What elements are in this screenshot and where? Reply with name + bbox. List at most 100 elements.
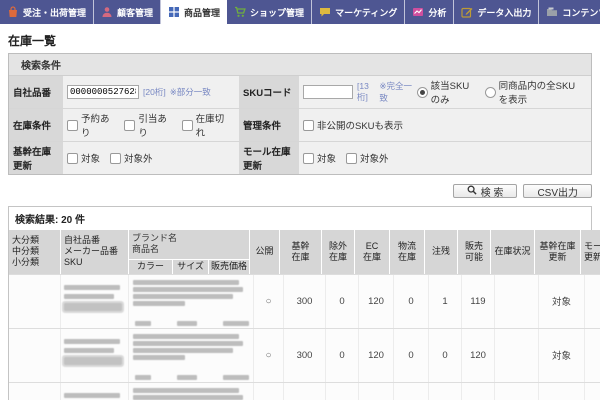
cell-sellable: 120 xyxy=(462,383,495,400)
redacted-size-value xyxy=(177,321,197,326)
page-title: 在庫一覧 xyxy=(0,24,600,53)
nav-tab-label: マーケティング xyxy=(335,6,397,19)
content-icon xyxy=(546,6,558,18)
search-icon xyxy=(467,185,477,198)
redacted-text xyxy=(64,339,120,344)
cell-core-stock-update: 対象 xyxy=(539,329,585,382)
core-stock-update-content: 対象 対象外 xyxy=(63,142,239,174)
search-button[interactable]: 検 索 xyxy=(453,184,518,198)
sku-code-content: [13桁] ※完全一致 該当SKUのみ 同商品内の全SKUを表示 xyxy=(299,76,591,108)
col-header-item-number: 自社品番 メーカー品番 SKU xyxy=(61,230,129,274)
table-row[interactable]: ○ 300 0 120 0 0 120 対象 xyxy=(9,328,600,382)
cell-brand-product-redacted xyxy=(129,383,254,400)
mall-stock-update-label: モール在庫更新 xyxy=(239,142,299,174)
redacted-text xyxy=(133,388,239,393)
checkbox-allocated[interactable]: 引当あり xyxy=(124,111,171,139)
col-header-core-stock: 基幹 在庫 xyxy=(280,230,322,274)
checkbox-icon[interactable] xyxy=(67,120,78,131)
cell-item-number-redacted xyxy=(61,383,129,400)
nav-tab-orders[interactable]: 受注・出荷管理 xyxy=(0,0,94,24)
redacted-text xyxy=(133,341,243,346)
shop-icon xyxy=(234,6,246,18)
cell-backorder: 0 xyxy=(429,329,462,382)
redacted-text xyxy=(64,285,120,290)
table-row[interactable]: ○ 300 0 120 0 1 119 対象 xyxy=(9,274,600,328)
checkbox-icon[interactable] xyxy=(67,153,78,164)
nav-tab-analytics[interactable]: 分析 xyxy=(405,0,454,24)
nav-tab-marketing[interactable]: マーケティング xyxy=(312,0,405,24)
checkbox-show-private-sku-label: 非公開のSKUも表示 xyxy=(317,118,403,132)
col-header-category: 大分類 中分類 小分類 xyxy=(9,230,61,274)
csv-export-button[interactable]: CSV出力 xyxy=(523,184,592,198)
checkbox-core-target[interactable]: 対象 xyxy=(67,151,100,165)
checkbox-core-target-label: 対象 xyxy=(81,151,100,165)
redacted-text xyxy=(133,301,185,306)
radio-all-sku-in-product[interactable]: 同商品内の全SKUを表示 xyxy=(485,78,581,106)
nav-tab-data-io[interactable]: データ入出力 xyxy=(454,0,539,24)
cell-core-stock: 300 xyxy=(284,329,326,382)
nav-tab-shop[interactable]: ショップ管理 xyxy=(227,0,312,24)
checkbox-reserved[interactable]: 予約あり xyxy=(67,111,114,139)
nav-tab-label: 商品管理 xyxy=(184,6,220,19)
cell-stock-status xyxy=(495,275,539,328)
own-item-no-input[interactable] xyxy=(67,85,139,99)
inventory-page: 受注・出荷管理 顧客管理 商品管理 ショップ管理 マーケティング xyxy=(0,0,600,400)
own-item-no-content: [20桁] ※部分一致 xyxy=(63,76,239,108)
checkbox-show-private-sku[interactable]: 非公開のSKUも表示 xyxy=(303,118,403,132)
cell-backorder: 1 xyxy=(429,275,462,328)
own-item-no-label: 自社品番 xyxy=(9,76,63,108)
cell-core-stock-update: 対象 xyxy=(539,275,585,328)
checkbox-mall-target[interactable]: 対象 xyxy=(303,151,336,165)
cell-item-number-redacted xyxy=(61,329,129,382)
checkbox-icon[interactable] xyxy=(303,153,314,164)
nav-tab-products[interactable]: 商品管理 xyxy=(161,0,227,24)
checkbox-allocated-label: 引当あり xyxy=(138,111,171,139)
cell-excluded-stock: 0 xyxy=(326,275,359,328)
redacted-text xyxy=(133,287,243,292)
cell-public: ○ xyxy=(254,329,284,382)
col-header-ec-stock: EC 在庫 xyxy=(355,230,390,274)
nav-tab-customers[interactable]: 顧客管理 xyxy=(94,0,161,24)
checkbox-icon[interactable] xyxy=(346,153,357,164)
mgmt-condition-label: 管理条件 xyxy=(239,109,299,141)
redacted-text xyxy=(64,294,114,299)
table-row[interactable]: ○ 300 0 120 0 0 120 対象 xyxy=(9,382,600,400)
redacted-text xyxy=(133,355,185,360)
checkbox-mall-not-target-label: 対象外 xyxy=(360,151,389,165)
cell-mall-stock-update xyxy=(585,329,600,382)
radio-selected-icon[interactable] xyxy=(417,87,428,98)
checkbox-icon[interactable] xyxy=(303,120,314,131)
cell-sellable: 120 xyxy=(462,329,495,382)
cell-public: ○ xyxy=(254,275,284,328)
checkbox-icon[interactable] xyxy=(124,120,135,131)
col-header-excluded-stock: 除外 在庫 xyxy=(322,230,355,274)
public-circle-mark: ○ xyxy=(265,350,271,361)
checkbox-core-not-target-label: 対象外 xyxy=(124,151,153,165)
nav-tab-content[interactable]: コンテンツ管理 xyxy=(539,0,600,24)
nav-tab-label: 分析 xyxy=(428,6,446,19)
cell-core-stock: 300 xyxy=(284,383,326,400)
checkbox-core-not-target[interactable]: 対象外 xyxy=(110,151,153,165)
redacted-text xyxy=(64,393,120,398)
checkbox-out-of-stock[interactable]: 在庫切れ xyxy=(182,111,229,139)
radio-this-sku-only[interactable]: 該当SKUのみ xyxy=(417,78,475,106)
checkbox-icon[interactable] xyxy=(182,120,193,131)
search-row-item-number: 自社品番 [20桁] ※部分一致 SKUコード [13桁] ※完全一致 該当SK… xyxy=(9,76,591,109)
col-header-brand-label: ブランド名 商品名 xyxy=(129,230,249,259)
col-header-price: 販売価格 xyxy=(209,260,249,274)
col-header-stock-status: 在庫状況 xyxy=(491,230,535,274)
col-header-logistics-stock: 物流 在庫 xyxy=(390,230,425,274)
checkbox-icon[interactable] xyxy=(110,153,121,164)
mall-stock-update-content: 対象 対象外 xyxy=(299,142,591,174)
orders-icon xyxy=(7,6,19,18)
sku-code-digits: [13桁] xyxy=(357,81,375,103)
cell-category xyxy=(9,275,61,328)
cell-stock-status xyxy=(495,383,539,400)
sku-code-input[interactable] xyxy=(303,85,353,99)
radio-unselected-icon[interactable] xyxy=(485,87,496,98)
checkbox-mall-not-target[interactable]: 対象外 xyxy=(346,151,389,165)
data-io-icon xyxy=(461,6,473,18)
checkbox-out-of-stock-label: 在庫切れ xyxy=(196,111,229,139)
redacted-text xyxy=(133,294,233,299)
top-nav: 受注・出荷管理 顧客管理 商品管理 ショップ管理 マーケティング xyxy=(0,0,600,24)
